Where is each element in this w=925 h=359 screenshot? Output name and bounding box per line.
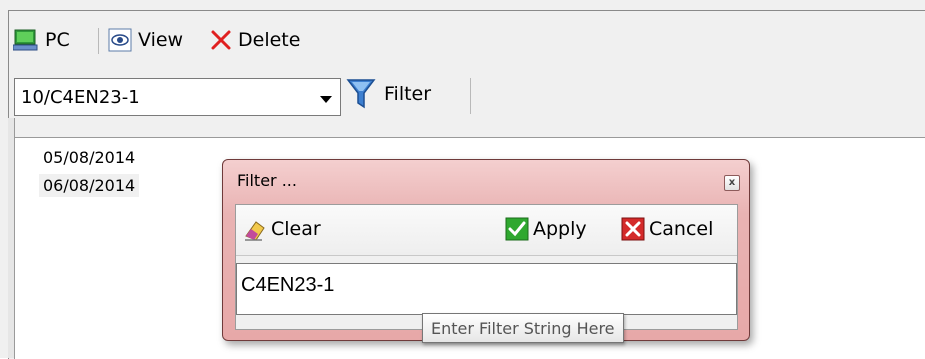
list-item-selected[interactable]: 06/08/2014 xyxy=(39,174,140,197)
cancel-x-icon xyxy=(621,217,645,241)
close-icon[interactable]: x xyxy=(724,175,740,191)
view-button[interactable]: View xyxy=(108,26,183,54)
cancel-label: Cancel xyxy=(649,218,714,240)
dialog-body: Clear Apply Cancel C4EN23-1 xyxy=(235,204,738,330)
pc-label: PC xyxy=(45,29,70,51)
delete-label: Delete xyxy=(238,29,301,51)
delete-button[interactable]: Delete xyxy=(210,26,300,54)
eraser-icon xyxy=(242,216,268,242)
filter-label: Filter xyxy=(384,83,432,105)
cancel-button[interactable]: Cancel xyxy=(621,216,713,242)
filter-tooltip: Enter Filter String Here xyxy=(422,313,624,343)
filter-string-input[interactable]: C4EN23-1 xyxy=(236,263,737,315)
clear-label: Clear xyxy=(271,218,321,240)
pc-button[interactable]: PC xyxy=(13,26,70,54)
apply-label: Apply xyxy=(533,218,587,240)
dialog-title: Filter ... xyxy=(237,171,297,190)
apply-button[interactable]: Apply xyxy=(505,216,587,242)
checkmark-icon xyxy=(505,217,529,241)
filter-button[interactable]: Filter xyxy=(346,77,432,111)
eye-icon xyxy=(108,28,132,52)
record-combobox[interactable]: 10/C4EN23-1 xyxy=(14,78,341,116)
delete-x-icon xyxy=(210,29,232,51)
toolbar-separator xyxy=(98,28,99,54)
list-item[interactable]: 05/08/2014 xyxy=(39,146,139,169)
pc-icon xyxy=(13,28,39,52)
dialog-toolbar: Clear Apply Cancel xyxy=(236,205,737,256)
toolbar-separator xyxy=(470,78,471,114)
chevron-down-icon[interactable] xyxy=(320,96,332,103)
combo-value: 10/C4EN23-1 xyxy=(21,87,140,108)
application-window: PC View Delete 10/C4EN23-1 Filter 05/08/… xyxy=(0,0,925,359)
clear-button[interactable]: Clear xyxy=(242,216,321,242)
view-label: View xyxy=(138,29,184,51)
funnel-icon xyxy=(346,77,376,111)
